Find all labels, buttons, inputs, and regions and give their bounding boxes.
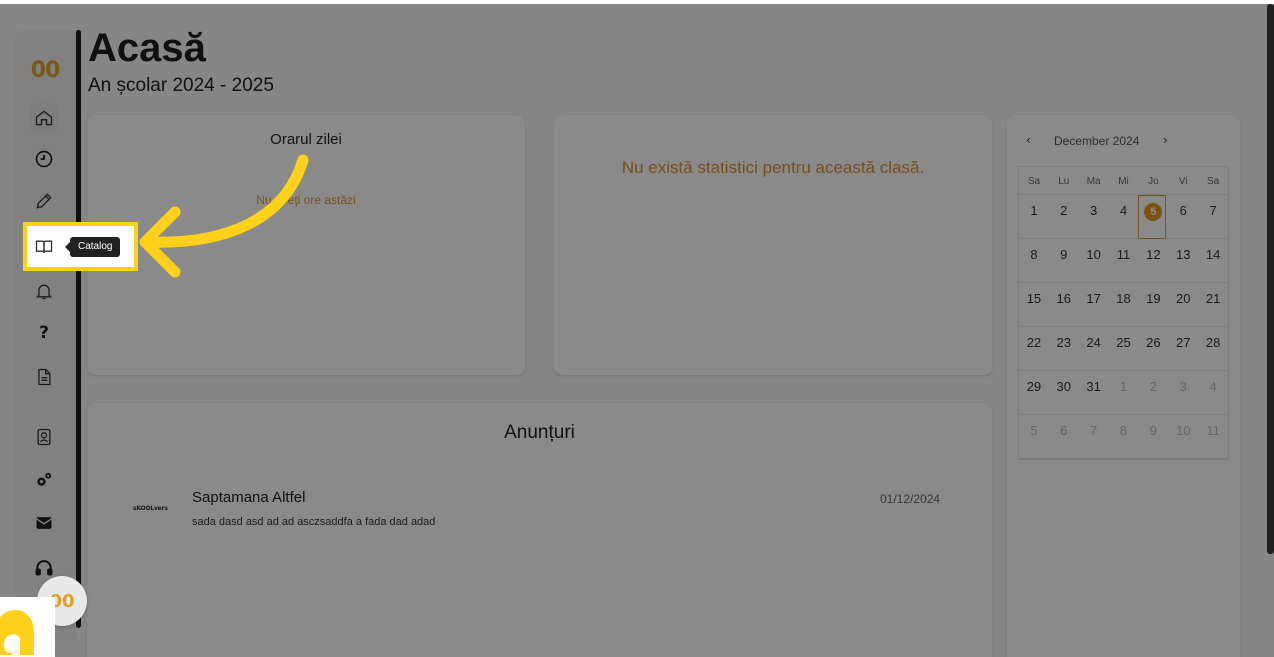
stats-message: Nu există statistici pentru această clas… <box>621 158 925 177</box>
calendar-day[interactable]: 9 <box>1048 239 1079 283</box>
calendar-day[interactable]: 13 <box>1168 239 1199 283</box>
brand-corner <box>0 597 55 657</box>
calendar-week-row: 8 9 10 11 12 13 14 <box>1019 239 1229 283</box>
calendar-week-row: 22 23 24 25 26 27 28 <box>1019 327 1229 371</box>
document-icon[interactable] <box>29 362 59 392</box>
calendar-day[interactable]: 9 <box>1138 415 1169 459</box>
announcement-date: 01/12/2024 <box>880 492 941 506</box>
announcement-body: sada dasd asd ad ad asczsaddfa a fada da… <box>192 516 436 528</box>
calendar-day[interactable]: 28 <box>1198 327 1229 371</box>
calendar-week-row: 1234567 <box>1019 195 1229 239</box>
calendar-day[interactable]: 20 <box>1168 283 1199 327</box>
weekday-label: Lu <box>1048 167 1079 195</box>
calendar-day[interactable]: 5 <box>1138 195 1169 239</box>
home-icon[interactable] <box>29 103 59 133</box>
calendar-day[interactable]: 25 <box>1108 327 1139 371</box>
calendar-day[interactable]: 10 <box>1168 415 1199 459</box>
calendar-day[interactable]: 1 <box>1108 371 1139 415</box>
calendar-week-row: 15 16 17 18 19 20 21 <box>1019 283 1229 327</box>
tutorial-arrow-icon <box>139 154 309 278</box>
calendar-day[interactable]: 4 <box>1108 195 1139 239</box>
calendar-day[interactable]: 2 <box>1048 195 1079 239</box>
schedule-title: Orarul zilei <box>270 131 342 148</box>
calendar-day[interactable]: 26 <box>1138 327 1169 371</box>
calendar-day[interactable]: 3 <box>1078 195 1109 239</box>
calendar-day[interactable]: 8 <box>1019 239 1049 283</box>
weekday-label: Mi <box>1108 167 1139 195</box>
calendar-day[interactable]: 6 <box>1048 415 1079 459</box>
gears-icon[interactable] <box>29 465 59 495</box>
calendar-day[interactable]: 29 <box>1019 371 1049 415</box>
calendar-day[interactable]: 8 <box>1108 415 1139 459</box>
bell-icon[interactable] <box>29 276 59 306</box>
calendar-prev-button[interactable]: ‹ <box>1026 133 1031 147</box>
page-scrollbar[interactable] <box>1267 4 1274 554</box>
calendar-day[interactable]: 19 <box>1138 283 1169 327</box>
question-icon[interactable]: ? <box>29 318 59 348</box>
page-title: Acasă <box>88 26 206 70</box>
sidebar-scrollbar[interactable] <box>76 30 81 628</box>
calendar-weekday-row: Sa Lu Ma Mi Jo Vi Sa <box>1019 167 1229 195</box>
calendar-day[interactable]: 17 <box>1078 283 1109 327</box>
brand-mark-icon <box>0 609 34 655</box>
contact-icon[interactable] <box>29 422 59 452</box>
calendar-day[interactable]: 7 <box>1078 415 1109 459</box>
calendar-day[interactable]: 6 <box>1168 195 1199 239</box>
clock-icon[interactable] <box>29 144 59 174</box>
calendar-day[interactable]: 27 <box>1168 327 1199 371</box>
calendar-day[interactable]: 11 <box>1198 415 1229 459</box>
calendar-grid: Sa Lu Ma Mi Jo Vi Sa 1 2 3 4 5 6 7 8 9 10 11 12 13 14… <box>1018 166 1229 460</box>
calendar-day[interactable]: 1 <box>1019 195 1049 239</box>
calendar-day[interactable]: 11 <box>1108 239 1139 283</box>
calendar-day[interactable]: 16 <box>1048 283 1079 327</box>
pencil-icon[interactable] <box>29 186 59 216</box>
catalog-tooltip: Catalog <box>70 237 121 257</box>
calendar-week-row: 29 30 31 1 2 3 4 <box>1019 371 1229 415</box>
calendar-day[interactable]: 21 <box>1198 283 1229 327</box>
weekday-label: Sa <box>1198 167 1229 195</box>
calendar-month-label: December 2024 <box>1054 134 1140 148</box>
app-logo[interactable]: 00 <box>26 58 64 88</box>
weekday-label: Vi <box>1168 167 1199 195</box>
announcements-title: Anunțuri <box>504 422 575 443</box>
calendar-day[interactable]: 10 <box>1078 239 1109 283</box>
calendar-day[interactable]: 4 <box>1198 371 1229 415</box>
book-icon[interactable] <box>29 232 59 262</box>
calendar-today-box <box>1138 195 1167 239</box>
weekday-label: Jo <box>1138 167 1169 195</box>
calendar-day[interactable]: 22 <box>1019 327 1049 371</box>
page-subtitle: An școlar 2024 - 2025 <box>88 75 274 96</box>
calendar-day[interactable]: 18 <box>1108 283 1139 327</box>
weekday-label: Sa <box>1019 167 1049 195</box>
mail-icon[interactable] <box>29 508 59 538</box>
stats-card <box>554 115 992 375</box>
calendar-day[interactable]: 7 <box>1198 195 1229 239</box>
calendar-day[interactable]: 14 <box>1198 239 1229 283</box>
calendar-week-row: 5 6 7 8 9 10 11 <box>1019 415 1229 459</box>
calendar-day[interactable]: 23 <box>1048 327 1079 371</box>
calendar-day[interactable]: 12 <box>1138 239 1169 283</box>
calendar-day[interactable]: 24 <box>1078 327 1109 371</box>
calendar-day[interactable]: 3 <box>1168 371 1199 415</box>
announcement-logo: sKOOLvers <box>133 505 168 512</box>
calendar-day[interactable]: 15 <box>1019 283 1049 327</box>
calendar-day[interactable]: 5 <box>1019 415 1049 459</box>
calendar-day[interactable]: 31 <box>1078 371 1109 415</box>
calendar-next-button[interactable]: › <box>1163 133 1168 147</box>
weekday-label: Ma <box>1078 167 1109 195</box>
announcement-title[interactable]: Saptamana Altfel <box>192 489 305 506</box>
calendar-day[interactable]: 2 <box>1138 371 1169 415</box>
calendar-day[interactable]: 30 <box>1048 371 1079 415</box>
